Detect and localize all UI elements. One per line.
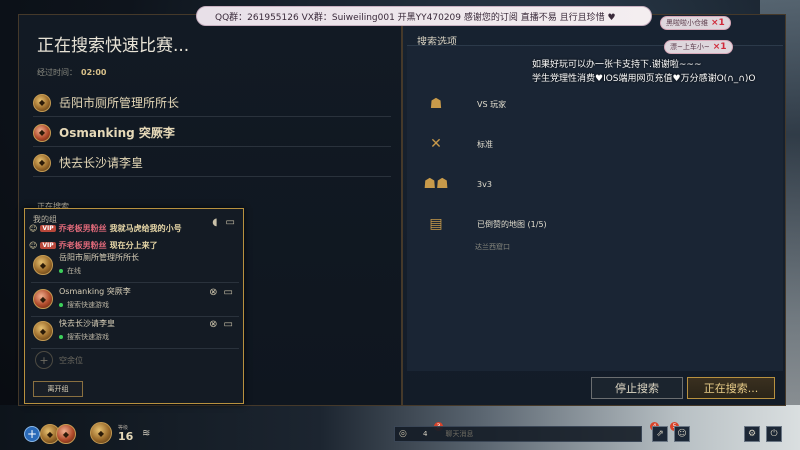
option-team-size[interactable]: ☗☗ 3v3 (421, 164, 761, 204)
member-actions: ⊗ ▭ (209, 319, 233, 330)
player-row: ◆ 岳阳市厕所管理所所长 (33, 89, 391, 117)
chat-bar[interactable]: ◎ 4 聊天消息 (394, 426, 642, 442)
option-mode[interactable]: ☗ VS 玩家 (421, 84, 761, 124)
empty-slot-label: 空余位 (59, 355, 83, 365)
option-label: 3v3 (477, 179, 492, 189)
rank-emblem-icon: ◆ (33, 123, 51, 142)
member-status: 在线 (59, 266, 81, 276)
option-label: 已倒赞的地图 (1/5) (477, 219, 547, 229)
rank-emblem-icon: ◆ (90, 422, 112, 444)
elapsed-label: 经过时间： (37, 68, 77, 77)
player-row: ◆ Osmanking 突厥李 (33, 119, 391, 147)
empty-slot[interactable]: + 空余位 (35, 351, 83, 369)
chat-input[interactable]: 聊天消息 (445, 429, 473, 439)
wifi-icon: ≋ (142, 428, 151, 439)
member-status: 搜索快速游戏 (59, 300, 109, 310)
map-icon: ▤ (429, 216, 443, 232)
team-size-icon: ☗☗ (423, 176, 449, 192)
chat-count: 4 (423, 430, 428, 438)
bottom-bar: + ◆ ◆ ◆ 等级 16 ≋ 3 ◎ 4 聊天消息 4 ⇗ 5 ☺ ⚙ ⏻ (0, 418, 800, 450)
party-avatar-icon: ◆ (56, 424, 76, 444)
group-member[interactable]: ◆ Osmanking 突厥李 搜索快速游戏 ⊗ ▭ (31, 283, 239, 317)
level-value: 16 (118, 430, 134, 443)
kick-icon[interactable]: ⊗ (209, 287, 217, 298)
vip-badge: VIP (40, 242, 56, 249)
member-name: 快去长沙请李皇 (59, 319, 115, 328)
plus-icon: + (35, 351, 53, 369)
rank-emblem-icon: ◆ (33, 93, 51, 112)
option-label: 标准 (477, 139, 493, 149)
rank-emblem-icon: ◆ (33, 255, 53, 275)
vip-badge: VIP (40, 225, 56, 232)
power-button[interactable]: ⏻ (766, 426, 782, 442)
group-member[interactable]: ◆ 快去长沙请李皇 搜索快速游戏 ⊗ ▭ (31, 315, 239, 349)
player-name: 快去长沙请李皇 (59, 156, 144, 170)
user-icon: ☺ (29, 224, 38, 233)
member-name: Osmanking 突厥李 (59, 287, 131, 296)
chat-channel-icon: ◎ (399, 429, 407, 439)
elapsed-time: 经过时间： 02:00 (37, 67, 106, 78)
gift-count: ×1 (712, 42, 727, 52)
player-name: Osmanking 突厥李 (59, 126, 175, 140)
option-label: VS 玩家 (477, 99, 507, 109)
add-friend-button[interactable]: + (24, 426, 40, 442)
page-title: 正在搜索快速比赛... (37, 36, 190, 56)
member-status: 搜索快速游戏 (59, 332, 109, 342)
rank-emblem-icon: ◆ (33, 321, 53, 341)
friends-button[interactable]: ☺ (674, 426, 690, 442)
option-difficulty[interactable]: ✕ 标准 (421, 124, 761, 164)
group-popup: 我的组 ◖ ▭ ☺ VIP 乔老板男粉丝 我就马虎给我的小号 ☺ VIP 乔老板… (24, 208, 244, 404)
gift-tag: 漂~上车小~ ×1 (664, 40, 733, 54)
stream-note: 如果好玩可以办一张卡支持下.谢谢啦~~~ 学生党理性消费♥IOS端用网页充值♥万… (532, 58, 755, 86)
search-options-list: ☗ VS 玩家 ✕ 标准 ☗☗ 3v3 ▤ 已倒赞的地图 (1/5) (407, 45, 783, 371)
gift-count: ×1 (711, 18, 725, 28)
gift-text: 漂~上车小~ (670, 43, 710, 51)
whisper-icon[interactable]: ▭ (224, 287, 233, 298)
kick-icon[interactable]: ⊗ (209, 319, 217, 330)
gift-tag: 黑啦啦小仓维 ×1 (660, 16, 731, 30)
option-maps[interactable]: ▤ 已倒赞的地图 (1/5) (421, 204, 761, 244)
disliked-map-name: 达兰西窟口 (475, 243, 510, 251)
elapsed-value: 02:00 (81, 68, 107, 77)
group-actions: ◖ ▭ (212, 217, 235, 228)
rank-emblem-icon: ◆ (33, 289, 53, 309)
whisper-icon[interactable]: ▭ (224, 319, 233, 330)
chat-nick: 乔老板男粉丝 (58, 224, 107, 233)
player-row: ◆ 快去长沙请李皇 (33, 149, 391, 177)
voice-icon[interactable]: ◖ (212, 217, 217, 228)
stream-note-line: 如果好玩可以办一张卡支持下.谢谢啦~~~ (532, 60, 702, 70)
player-name: 岳阳市厕所管理所所长 (59, 96, 180, 110)
stream-note-line: 学生党理性消费♥IOS端用网页充值♥万分感谢O(∩_∩)O (532, 74, 756, 84)
chat-message: ☺ VIP 乔老板男粉丝 我就马虎给我的小号 (29, 223, 182, 234)
chat-text: 我就马虎给我的小号 (109, 224, 182, 233)
rank-emblem-icon: ◆ (33, 153, 51, 172)
settings-button[interactable]: ⚙ (744, 426, 760, 442)
chat-icon[interactable]: ▭ (226, 217, 235, 228)
party-avatars[interactable]: ◆ ◆ (40, 424, 76, 444)
group-member[interactable]: ◆ 岳阳市厕所管理所所长 在线 (31, 249, 239, 283)
stream-banner: QQ群：261955126 VX群：Suiweiling001 开黑YY4702… (196, 6, 652, 26)
member-name: 岳阳市厕所管理所所长 (59, 253, 139, 262)
rank-emblem[interactable]: ◆ (90, 422, 112, 444)
vs-players-icon: ☗ (429, 96, 443, 112)
gift-text: 黑啦啦小仓维 (666, 19, 708, 27)
leave-group-button[interactable]: 离开组 (33, 381, 83, 397)
standard-icon: ✕ (430, 136, 442, 152)
stop-search-button[interactable]: 停止搜索 (591, 377, 683, 399)
member-actions: ⊗ ▭ (209, 287, 233, 298)
social-button[interactable]: ⇗ (652, 426, 668, 442)
searching-button[interactable]: 正在搜索... (687, 377, 775, 399)
